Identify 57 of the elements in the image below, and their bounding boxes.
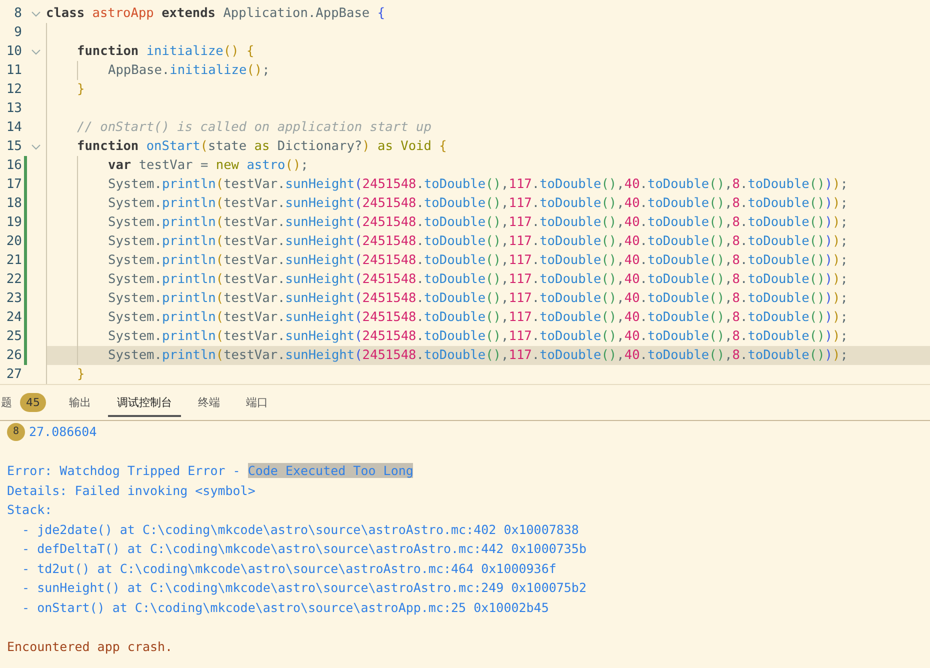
line-number: 12 (5, 82, 22, 97)
panel-tab[interactable]: 调试控制台 (108, 388, 181, 416)
code-line: AppBase.initialize(); (107, 62, 271, 80)
chevron-icon[interactable] (31, 144, 41, 150)
code-line: System.println(testVar.sunHeight(2451548.toDouble(),117.toDouble(),40.toDouble(),8.toDouble())); (107, 176, 849, 194)
code-line: var testVar = new astro(); (107, 157, 310, 175)
line-number: 27 (5, 367, 22, 382)
panel-tab[interactable]: 题 45 (0, 386, 52, 418)
code-line: function onStart(state as Dictionary?) as Void { (76, 138, 448, 156)
code-line: System.println(testVar.sunHeight(2451548.toDouble(),117.toDouble(),40.toDouble(),8.toDouble())); (107, 290, 849, 308)
code-line: // onStart() is called on application start up (76, 119, 432, 137)
line-number: 11 (5, 63, 22, 78)
panel-tab[interactable]: 输出 (60, 388, 100, 416)
line-number: 9 (13, 25, 22, 40)
code-line: } (76, 81, 86, 99)
console-line: - jde2date() at C:\coding\mkcode\astro\source\astroAstro.mc:402 0x10007838 (21, 520, 579, 539)
line-number: 20 (5, 234, 22, 249)
line-number: 25 (5, 329, 22, 344)
line-number: 16 (5, 158, 22, 173)
code-line: System.println(testVar.sunHeight(2451548.toDouble(),117.toDouble(),40.toDouble(),8.toDouble())); (107, 252, 849, 270)
code-line: function initialize() { (76, 43, 256, 61)
console-line: Encountered app crash. (7, 638, 173, 656)
chevron-icon[interactable] (31, 10, 41, 16)
line-number: 17 (5, 177, 22, 192)
line-number: 15 (5, 139, 22, 154)
line-number: 8 (13, 6, 22, 21)
line-number: 21 (5, 253, 22, 268)
count-badge: 45 (20, 392, 46, 412)
code-line: System.println(testVar.sunHeight(2451548.toDouble(),117.toDouble(),40.toDouble(),8.toDouble())); (107, 233, 849, 251)
console-line: - sunHeight() at C:\coding\mkcode\astro\source\astroAstro.mc:249 0x100075b2 (21, 579, 586, 597)
code-line: System.println(testVar.sunHeight(2451548.toDouble(),117.toDouble(),40.toDouble(),8.toDouble())); (107, 271, 849, 289)
line-number: 22 (5, 272, 22, 287)
chevron-icon[interactable] (31, 48, 41, 54)
line-number: 19 (5, 215, 22, 230)
code-line: System.println(testVar.sunHeight(2451548.toDouble(),117.toDouble(),40.toDouble(),8.toDouble())); (107, 309, 849, 327)
line-number: 18 (5, 196, 22, 211)
code-line: class astroApp extends Application.AppBase { (46, 5, 386, 23)
line-number: 26 (5, 348, 22, 363)
console-line: Stack: (7, 501, 52, 519)
code-line: } (76, 366, 86, 384)
line-number: 10 (5, 44, 22, 59)
line-number: 24 (5, 310, 22, 325)
code-line: System.println(testVar.sunHeight(2451548.toDouble(),117.toDouble(),40.toDouble(),8.toDouble())); (107, 214, 849, 232)
panel-tab[interactable]: 端口 (237, 388, 277, 416)
line-number: 14 (5, 120, 22, 135)
panel-tab[interactable]: 终端 (189, 388, 229, 416)
code-line: System.println(testVar.sunHeight(2451548.toDouble(),117.toDouble(),40.toDouble(),8.toDouble())); (107, 195, 849, 213)
line-number: 23 (5, 291, 22, 306)
repeat-count-badge: 8 (7, 422, 25, 441)
code-line: System.println(testVar.sunHeight(2451548.toDouble(),117.toDouble(),40.toDouble(),8.toDouble())); (107, 328, 849, 346)
console-line: Error: Watchdog Tripped Error - Code Executed Too Long (7, 462, 414, 480)
console-line: 27.086604 (29, 423, 97, 441)
console-line: Details: Failed invoking <symbol> (7, 482, 256, 500)
console-line: - td2ut() at C:\coding\mkcode\astro\source\astroAstro.mc:464 0x1000936f (21, 560, 556, 578)
console-line: - defDeltaT() at C:\coding\mkcode\astro\source\astroAstro.mc:442 0x1000735b (21, 540, 586, 558)
line-number: 13 (5, 101, 22, 116)
console-line: - onStart() at C:\coding\mkcode\astro\source\astroApp.mc:25 0x10002b45 (21, 598, 549, 617)
